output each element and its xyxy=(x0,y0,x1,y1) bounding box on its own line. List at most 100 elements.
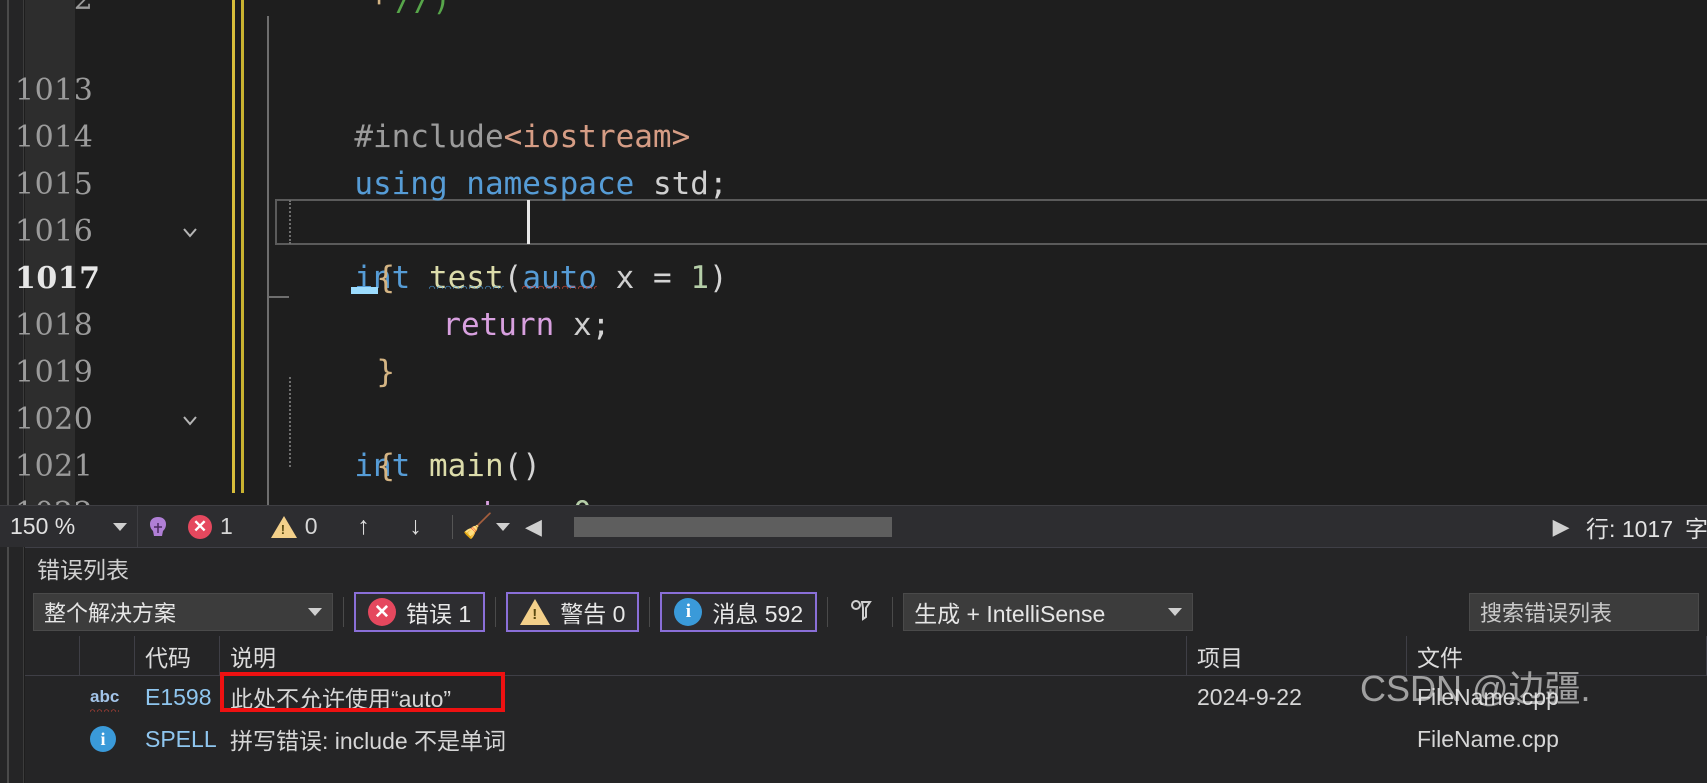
row-select-cell[interactable] xyxy=(25,718,80,760)
code-line[interactable]: 1012 ⌐//) xyxy=(75,0,1707,20)
column-header-code[interactable]: 代码 xyxy=(135,636,220,675)
code-token-punct: = xyxy=(652,260,672,296)
change-bar-outer xyxy=(232,0,235,493)
row-project: 2024-9-22 xyxy=(1197,683,1302,710)
info-icon: i xyxy=(90,726,116,752)
build-filter-value: 生成 + IntelliSense xyxy=(914,601,1106,627)
row-file: FileName.cpp xyxy=(1417,683,1559,710)
code-line[interactable]: 1013 #include<iostream> xyxy=(15,20,1707,155)
scroll-right-arrow[interactable]: ▶ xyxy=(1548,514,1574,540)
errors-toggle-button[interactable]: ✕ 错误 1 xyxy=(354,592,486,632)
warning-count-value: 0 xyxy=(304,513,318,539)
code-cleanup-button[interactable]: 🧹 xyxy=(463,506,511,548)
abc-spell-icon: abc xyxy=(90,687,120,712)
warning-count-status[interactable]: 0 xyxy=(270,506,322,548)
scope-filter-combo[interactable]: 整个解决方案 xyxy=(33,593,333,631)
code-token-identifier: x xyxy=(615,260,635,296)
code-token-punct: ) xyxy=(709,260,728,296)
chevron-down-icon[interactable] xyxy=(180,128,200,238)
scroll-track[interactable] xyxy=(546,516,1549,537)
row-description: 拼写错误: include 不是单词 xyxy=(230,728,507,754)
divider xyxy=(827,597,829,627)
code-editor[interactable]: 1012 ⌐//) 1013 #include<iostream> 1014 u… xyxy=(0,0,1707,505)
chevron-down-icon[interactable] xyxy=(1168,608,1183,616)
code-token-function: main xyxy=(428,448,504,484)
code-token-function: test xyxy=(428,260,504,296)
code-token-brace: { xyxy=(376,448,395,484)
divider xyxy=(892,597,894,627)
row-description: 此处不允许使用“auto” xyxy=(230,686,452,712)
editor-status-bar[interactable]: 150 % ✕ 1 0 ↑ ↓ 🧹 ◀ xyxy=(0,505,1707,548)
error-icon: ✕ xyxy=(188,514,212,539)
warning-icon xyxy=(270,515,297,538)
row-code: E1598 xyxy=(145,683,212,710)
code-line[interactable]: 1014 using namespace std; xyxy=(15,67,1707,202)
visual-studio-window: 1012 ⌐//) 1013 #include<iostream> 1014 u… xyxy=(0,0,1707,783)
error-list-grid[interactable]: 代码 说明 项目 文件 abc E1598 此处不允许使用“auto” 2024… xyxy=(25,636,1707,783)
chevron-down-icon[interactable] xyxy=(180,316,200,426)
code-token-number: 1 xyxy=(690,260,709,296)
broom-icon: 🧹 xyxy=(462,513,493,540)
warnings-toggle-label: 警告 0 xyxy=(560,601,626,627)
next-issue-button[interactable]: ↓ xyxy=(390,512,442,541)
code-token-auto: auto xyxy=(522,260,597,296)
filter-icon[interactable] xyxy=(838,597,882,627)
column-header-select[interactable] xyxy=(25,636,80,675)
scope-filter-value: 整个解决方案 xyxy=(44,601,177,626)
scroll-left-arrow[interactable]: ◀ xyxy=(520,514,546,540)
row-select-cell[interactable] xyxy=(25,676,80,718)
search-error-list-input[interactable]: 搜索错误列表 xyxy=(1469,593,1699,631)
zoom-level-value: 150 % xyxy=(10,513,76,539)
divider xyxy=(495,597,497,627)
errors-toggle-label: 错误 1 xyxy=(406,601,472,627)
code-token-brace: } xyxy=(376,354,395,390)
horizontal-scrollbar[interactable]: ◀ ▶ xyxy=(520,506,1574,548)
line-number: 1022 xyxy=(15,490,135,505)
row-file: FileName.cpp xyxy=(1417,725,1559,752)
code-token-header: <iostream> xyxy=(503,119,691,155)
zoom-level-combo[interactable]: 150 % xyxy=(0,505,138,548)
error-list-panel: 错误列表 整个解决方案 ✕ 错误 1 警告 0 xyxy=(0,547,1707,783)
prev-issue-button[interactable]: ↑ xyxy=(338,512,390,541)
scope-guide-test xyxy=(267,16,269,306)
divider xyxy=(343,597,344,627)
code-text-area[interactable]: 1012 ⌐//) 1013 #include<iostream> 1014 u… xyxy=(15,0,1707,505)
column-header-project[interactable]: 项目 xyxy=(1187,636,1407,675)
error-list-inner: 错误列表 整个解决方案 ✕ 错误 1 警告 0 xyxy=(25,547,1707,783)
search-placeholder-text: 搜索错误列表 xyxy=(1480,601,1613,626)
build-filter-combo[interactable]: 生成 + IntelliSense xyxy=(903,593,1194,631)
table-row[interactable]: i SPELL 拼写错误: include 不是单词 FileName.cpp xyxy=(25,718,1707,760)
info-icon: i xyxy=(674,598,703,626)
column-header-description[interactable]: 说明 xyxy=(220,636,1187,675)
code-token-punct: ; xyxy=(592,495,611,505)
code-line[interactable]: 1015 int test(auto x = 1) xyxy=(15,114,1707,296)
column-header-file[interactable]: 文件 xyxy=(1407,636,1707,675)
table-row[interactable]: abc E1598 此处不允许使用“auto” 2024-9-22 FileNa… xyxy=(25,676,1707,718)
code-token-punct: ; xyxy=(591,307,611,343)
code-token-keyword: using namespace xyxy=(354,166,635,202)
divider xyxy=(649,597,651,627)
chevron-down-icon[interactable] xyxy=(496,522,511,531)
change-bar-inner xyxy=(241,0,244,493)
warnings-toggle-button[interactable]: 警告 0 xyxy=(506,592,640,632)
scroll-thumb[interactable] xyxy=(574,516,893,537)
error-count-status[interactable]: ✕ 1 xyxy=(188,506,237,548)
error-list-toolbar[interactable]: 整个解决方案 ✕ 错误 1 警告 0 i 消息 592 xyxy=(25,588,1707,636)
column-header-icon[interactable] xyxy=(80,636,135,675)
messages-toggle-button[interactable]: i 消息 592 xyxy=(660,592,818,632)
row-icon-cell: abc xyxy=(80,676,135,718)
code-token-comment: //) xyxy=(394,0,451,18)
panel-title: 错误列表 xyxy=(25,548,1707,588)
fold-bracket: ⌐ xyxy=(376,0,395,18)
code-token-identifier: std xyxy=(634,166,709,202)
line-indicator: 行: 1017 xyxy=(1586,515,1673,542)
warning-icon xyxy=(520,599,551,625)
code-token-punct: () xyxy=(503,448,541,484)
row-icon-cell: i xyxy=(80,718,135,760)
row-code: SPELL xyxy=(145,725,217,752)
chevron-down-icon[interactable] xyxy=(113,522,127,531)
text-caret xyxy=(527,200,530,244)
intellisense-brain-icon[interactable] xyxy=(138,513,178,541)
chevron-down-icon[interactable] xyxy=(308,608,322,616)
code-token-punct: ( xyxy=(503,260,523,296)
